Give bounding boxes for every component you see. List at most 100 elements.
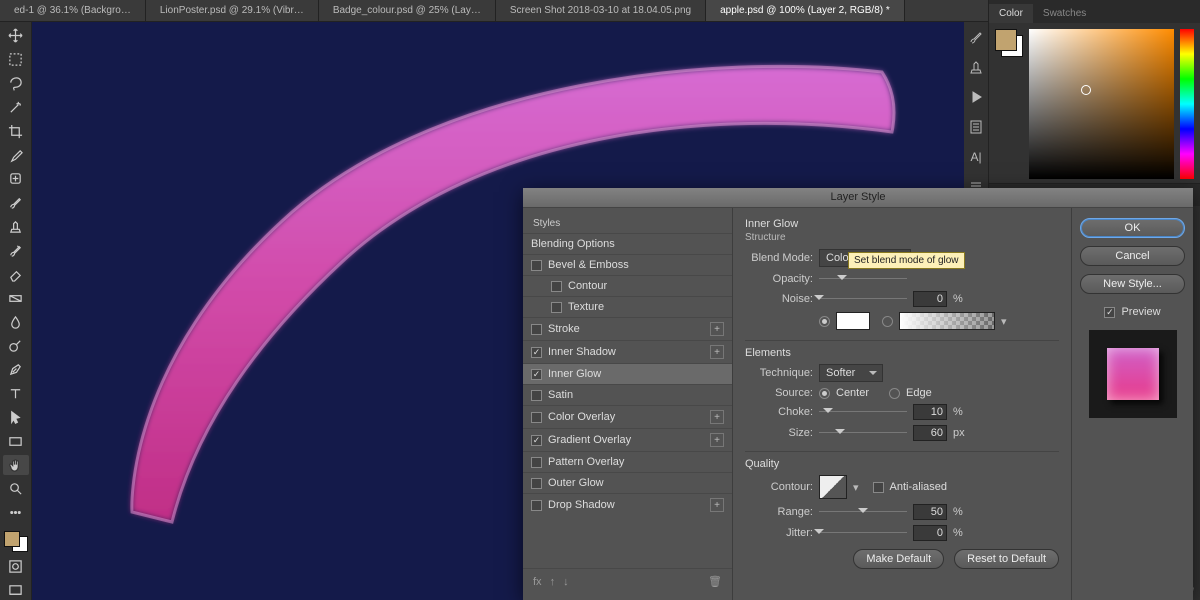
- glow-gradient-radio[interactable]: [882, 316, 893, 327]
- preview-checkbox[interactable]: [1104, 307, 1115, 318]
- document-tab[interactable]: Screen Shot 2018-03-10 at 18.04.05.png: [496, 0, 706, 21]
- range-slider[interactable]: [819, 505, 907, 519]
- trash-icon[interactable]: 🗑: [708, 575, 722, 588]
- rectangle-tool-icon[interactable]: [3, 431, 29, 451]
- edit-toolbar-icon[interactable]: [3, 503, 29, 523]
- zoom-tool-icon[interactable]: [3, 479, 29, 499]
- size-slider[interactable]: [819, 426, 907, 440]
- color-field[interactable]: [1029, 29, 1174, 179]
- character-panel-icon[interactable]: A|: [967, 148, 985, 166]
- type-tool-icon[interactable]: [3, 384, 29, 404]
- document-tab[interactable]: Badge_colour.psd @ 25% (Lay…: [319, 0, 496, 21]
- document-tab[interactable]: LionPoster.psd @ 29.1% (Vibr…: [146, 0, 319, 21]
- add-effect-icon[interactable]: +: [710, 322, 724, 336]
- antialiased-checkbox[interactable]: [873, 482, 884, 493]
- add-effect-icon[interactable]: +: [710, 433, 724, 447]
- magic-wand-tool-icon[interactable]: [3, 98, 29, 118]
- glow-color-swatch[interactable]: [836, 312, 870, 330]
- hue-slider[interactable]: [1180, 29, 1194, 179]
- clone-source-panel-icon[interactable]: [967, 58, 985, 76]
- style-row-gradient-overlay[interactable]: Gradient Overlay+: [523, 428, 732, 451]
- contour-picker[interactable]: [819, 475, 847, 499]
- style-row-color-overlay[interactable]: Color Overlay+: [523, 405, 732, 428]
- lasso-tool-icon[interactable]: [3, 74, 29, 94]
- checkbox-icon[interactable]: [531, 390, 542, 401]
- source-center-radio[interactable]: [819, 388, 830, 399]
- add-effect-icon[interactable]: +: [710, 410, 724, 424]
- glow-color-radio[interactable]: [819, 316, 830, 327]
- styles-header[interactable]: Styles: [523, 214, 732, 233]
- brush-panel-icon[interactable]: [967, 28, 985, 46]
- blur-tool-icon[interactable]: [3, 312, 29, 332]
- choke-slider[interactable]: [819, 405, 907, 419]
- style-row-texture[interactable]: Texture: [523, 296, 732, 317]
- ok-button[interactable]: OK: [1080, 218, 1185, 238]
- style-row-outer-glow[interactable]: Outer Glow: [523, 472, 732, 493]
- make-default-button[interactable]: Make Default: [853, 549, 944, 569]
- reset-default-button[interactable]: Reset to Default: [954, 549, 1059, 569]
- clone-stamp-tool-icon[interactable]: [3, 217, 29, 237]
- jitter-slider[interactable]: [819, 526, 907, 540]
- actions-panel-icon[interactable]: [967, 88, 985, 106]
- style-row-contour[interactable]: Contour: [523, 275, 732, 296]
- style-row-drop-shadow[interactable]: Drop Shadow+: [523, 493, 732, 516]
- style-row-pattern-overlay[interactable]: Pattern Overlay: [523, 451, 732, 472]
- history-panel-icon[interactable]: [967, 118, 985, 136]
- noise-slider[interactable]: [819, 292, 907, 306]
- checkbox-icon[interactable]: [531, 435, 542, 446]
- cancel-button[interactable]: Cancel: [1080, 246, 1185, 266]
- move-up-icon[interactable]: ↑: [550, 576, 556, 588]
- healing-brush-tool-icon[interactable]: [3, 169, 29, 189]
- gradient-tool-icon[interactable]: [3, 288, 29, 308]
- hand-tool-icon[interactable]: [3, 455, 29, 475]
- style-row-inner-shadow[interactable]: Inner Shadow+: [523, 340, 732, 363]
- checkbox-icon[interactable]: [531, 260, 542, 271]
- style-row-inner-glow[interactable]: Inner Glow: [523, 363, 732, 384]
- checkbox-icon[interactable]: [531, 324, 542, 335]
- tab-color[interactable]: Color: [989, 4, 1033, 23]
- style-row-stroke[interactable]: Stroke+: [523, 317, 732, 340]
- pen-tool-icon[interactable]: [3, 360, 29, 380]
- checkbox-icon[interactable]: [551, 281, 562, 292]
- history-brush-tool-icon[interactable]: [3, 241, 29, 261]
- tab-swatches[interactable]: Swatches: [1033, 4, 1096, 23]
- quick-mask-icon[interactable]: [3, 556, 29, 576]
- screen-mode-icon[interactable]: [3, 580, 29, 600]
- panel-fgbg-colors[interactable]: [995, 29, 1023, 57]
- range-value[interactable]: 50: [913, 504, 947, 520]
- size-value[interactable]: 60: [913, 425, 947, 441]
- choke-value[interactable]: 10: [913, 404, 947, 420]
- noise-value[interactable]: 0: [913, 291, 947, 307]
- technique-select[interactable]: Softer: [819, 364, 883, 382]
- checkbox-icon[interactable]: [531, 457, 542, 468]
- document-tab[interactable]: ed-1 @ 36.1% (Backgro…: [0, 0, 146, 21]
- style-row-bevel[interactable]: Bevel & Emboss: [523, 254, 732, 275]
- foreground-background-colors[interactable]: [4, 531, 28, 553]
- opacity-slider[interactable]: [819, 272, 907, 286]
- move-tool-icon[interactable]: [3, 26, 29, 46]
- marquee-tool-icon[interactable]: [3, 50, 29, 70]
- source-edge-radio[interactable]: [889, 388, 900, 399]
- chevron-down-icon[interactable]: ▾: [853, 481, 859, 494]
- checkbox-icon[interactable]: [531, 369, 542, 380]
- glow-gradient-swatch[interactable]: [899, 312, 995, 330]
- move-down-icon[interactable]: ↓: [563, 576, 569, 588]
- style-row-satin[interactable]: Satin: [523, 384, 732, 405]
- fx-menu-icon[interactable]: fx: [533, 576, 542, 588]
- new-style-button[interactable]: New Style...: [1080, 274, 1185, 294]
- checkbox-icon[interactable]: [551, 302, 562, 313]
- eyedropper-tool-icon[interactable]: [3, 145, 29, 165]
- crop-tool-icon[interactable]: [3, 121, 29, 141]
- brush-tool-icon[interactable]: [3, 193, 29, 213]
- checkbox-icon[interactable]: [531, 347, 542, 358]
- add-effect-icon[interactable]: +: [710, 345, 724, 359]
- checkbox-icon[interactable]: [531, 412, 542, 423]
- document-tab-active[interactable]: apple.psd @ 100% (Layer 2, RGB/8) *: [706, 0, 905, 21]
- dodge-tool-icon[interactable]: [3, 336, 29, 356]
- chevron-down-icon[interactable]: ▾: [1001, 315, 1007, 328]
- eraser-tool-icon[interactable]: [3, 264, 29, 284]
- add-effect-icon[interactable]: +: [710, 498, 724, 512]
- checkbox-icon[interactable]: [531, 500, 542, 511]
- checkbox-icon[interactable]: [531, 478, 542, 489]
- path-selection-tool-icon[interactable]: [3, 408, 29, 428]
